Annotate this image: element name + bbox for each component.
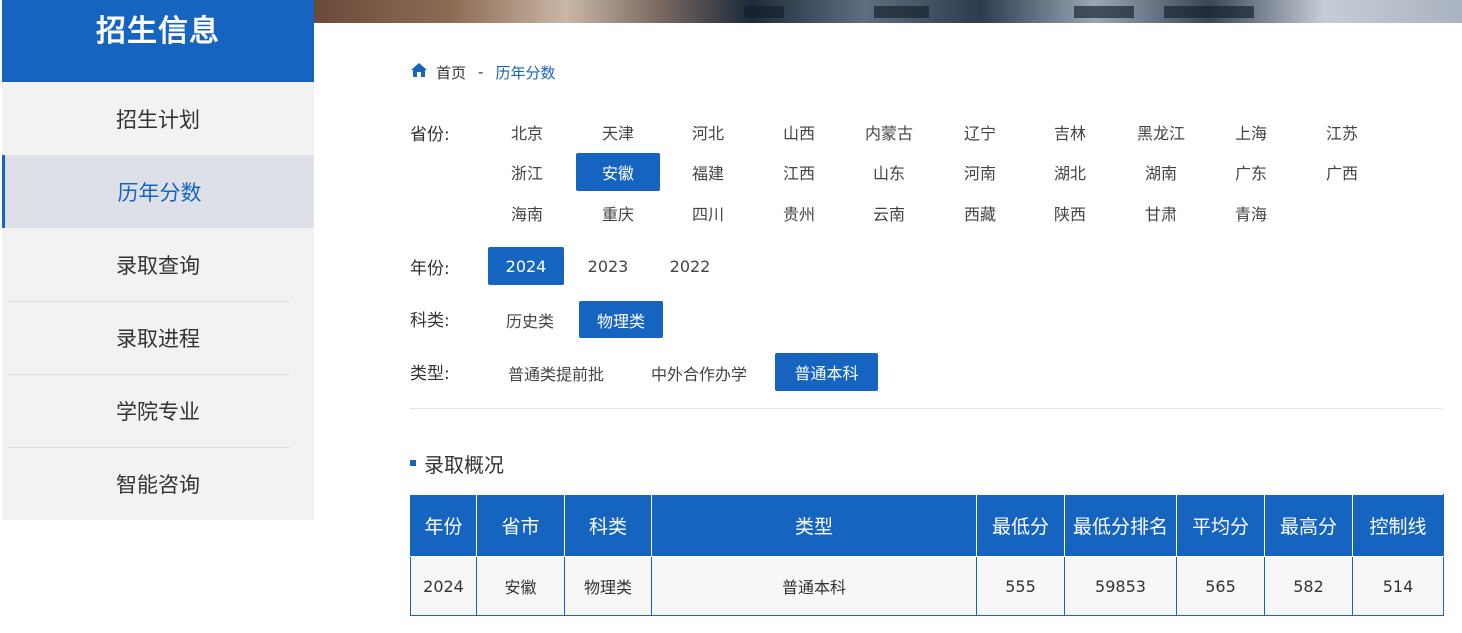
province-option[interactable]: 四川 xyxy=(666,194,750,232)
home-icon[interactable] xyxy=(410,62,436,82)
sidebar-item-label: 智能咨询 xyxy=(116,472,200,497)
province-option[interactable]: 广西 xyxy=(1300,153,1384,191)
province-option[interactable]: 青海 xyxy=(1209,194,1293,232)
year-filter-label: 年份: xyxy=(410,259,450,279)
province-option[interactable]: 江苏 xyxy=(1300,113,1384,151)
table-cell: 514 xyxy=(1352,556,1444,616)
table-header-row: 年份 省市 科类 类型 最低分 最低分排名 平均分 最高分 控制线 xyxy=(410,494,1444,557)
province-option[interactable]: 贵州 xyxy=(757,194,841,232)
table-cell: 555 xyxy=(976,556,1065,616)
table-cell: 565 xyxy=(1176,556,1265,616)
sidebar-item-majors[interactable]: 学院专业 xyxy=(2,374,314,447)
province-option[interactable]: 湖南 xyxy=(1119,153,1203,191)
province-option[interactable]: 甘肃 xyxy=(1119,194,1203,232)
subject-option-physics[interactable]: 物理类 xyxy=(579,301,663,338)
province-option[interactable]: 黑龙江 xyxy=(1119,113,1203,151)
province-option[interactable]: 江西 xyxy=(757,153,841,191)
sidebar-item-plan[interactable]: 招生计划 xyxy=(2,82,314,155)
province-option[interactable]: 安徽 xyxy=(576,153,660,191)
table-header-cell: 控制线 xyxy=(1352,494,1444,557)
year-option-2024[interactable]: 2024 xyxy=(488,247,564,285)
breadcrumb-current: 历年分数 xyxy=(495,63,556,82)
sidebar-item-admission-progress[interactable]: 录取进程 xyxy=(2,301,314,374)
province-option[interactable]: 云南 xyxy=(847,194,931,232)
filter-divider xyxy=(410,408,1442,409)
province-option[interactable]: 上海 xyxy=(1209,113,1293,151)
province-option[interactable]: 山西 xyxy=(757,113,841,151)
province-option[interactable]: 广东 xyxy=(1209,153,1293,191)
table-header-cell: 科类 xyxy=(564,494,652,557)
province-option[interactable]: 浙江 xyxy=(485,153,569,191)
table-header-cell: 类型 xyxy=(651,494,977,557)
type-option-sino-foreign[interactable]: 中外合作办学 xyxy=(640,354,758,391)
table-cell: 582 xyxy=(1264,556,1353,616)
header-banner xyxy=(314,0,1462,23)
admission-summary-table: 年份 省市 科类 类型 最低分 最低分排名 平均分 最高分 控制线 2024 安… xyxy=(410,494,1444,616)
breadcrumb-separator: - xyxy=(478,63,484,81)
province-option[interactable]: 内蒙古 xyxy=(847,113,931,151)
breadcrumb-home-link[interactable]: 首页 xyxy=(436,62,466,83)
subject-filter-label: 科类: xyxy=(410,311,450,331)
year-option-2022[interactable]: 2022 xyxy=(656,247,724,285)
province-filter-label: 省份: xyxy=(410,125,450,145)
province-option[interactable]: 辽宁 xyxy=(938,113,1022,151)
province-option[interactable]: 福建 xyxy=(666,153,750,191)
sidebar-item-label: 历年分数 xyxy=(117,180,202,205)
sidebar-item-label: 录取查询 xyxy=(116,253,200,278)
table-cell: 安徽 xyxy=(476,556,565,616)
province-option[interactable]: 海南 xyxy=(485,194,569,232)
table-cell: 2024 xyxy=(410,556,477,616)
section-title: 录取概况 xyxy=(410,450,504,477)
province-option[interactable]: 北京 xyxy=(485,113,569,151)
breadcrumb: 首页 - 历年分数 xyxy=(410,60,555,84)
table-header-cell: 平均分 xyxy=(1176,494,1265,557)
sidebar-item-label: 招生计划 xyxy=(116,107,200,132)
sidebar-item-label: 录取进程 xyxy=(116,326,200,351)
table-header-cell: 年份 xyxy=(410,494,477,557)
sidebar-item-label: 学院专业 xyxy=(116,399,200,424)
table-header-cell: 最高分 xyxy=(1264,494,1353,557)
type-option-early-batch[interactable]: 普通类提前批 xyxy=(496,354,616,391)
province-option[interactable]: 河南 xyxy=(938,153,1022,191)
province-option[interactable]: 重庆 xyxy=(576,194,660,232)
table-cell: 物理类 xyxy=(564,556,652,616)
province-option[interactable]: 山东 xyxy=(847,153,931,191)
sidebar-item-consult[interactable]: 智能咨询 xyxy=(2,447,314,520)
subject-option-history[interactable]: 历史类 xyxy=(494,301,566,338)
province-option[interactable]: 陕西 xyxy=(1028,194,1112,232)
table-cell: 59853 xyxy=(1064,556,1177,616)
province-option[interactable]: 湖北 xyxy=(1028,153,1112,191)
sidebar-item-admission-query[interactable]: 录取查询 xyxy=(2,228,314,301)
square-bullet-icon xyxy=(410,460,416,466)
province-option[interactable]: 西藏 xyxy=(938,194,1022,232)
type-option-regular-undergrad[interactable]: 普通本科 xyxy=(775,353,878,391)
province-option[interactable]: 天津 xyxy=(576,113,660,151)
table-cell: 普通本科 xyxy=(651,556,977,616)
sidebar-item-scores[interactable]: 历年分数 xyxy=(2,155,314,228)
section-title-text: 录取概况 xyxy=(424,452,504,477)
province-option[interactable]: 吉林 xyxy=(1028,113,1112,151)
sidebar-title: 招生信息 xyxy=(2,0,314,82)
table-header-cell: 省市 xyxy=(476,494,565,557)
type-filter-label: 类型: xyxy=(410,364,450,384)
table-header-cell: 最低分 xyxy=(976,494,1065,557)
province-option[interactable]: 河北 xyxy=(666,113,750,151)
table-header-cell: 最低分排名 xyxy=(1064,494,1177,557)
sidebar: 招生信息 招生计划 历年分数 录取查询 录取进程 学院专业 智能咨询 xyxy=(2,0,314,520)
table-row: 2024 安徽 物理类 普通本科 555 59853 565 582 514 xyxy=(410,556,1444,616)
year-option-2023[interactable]: 2023 xyxy=(574,247,642,285)
